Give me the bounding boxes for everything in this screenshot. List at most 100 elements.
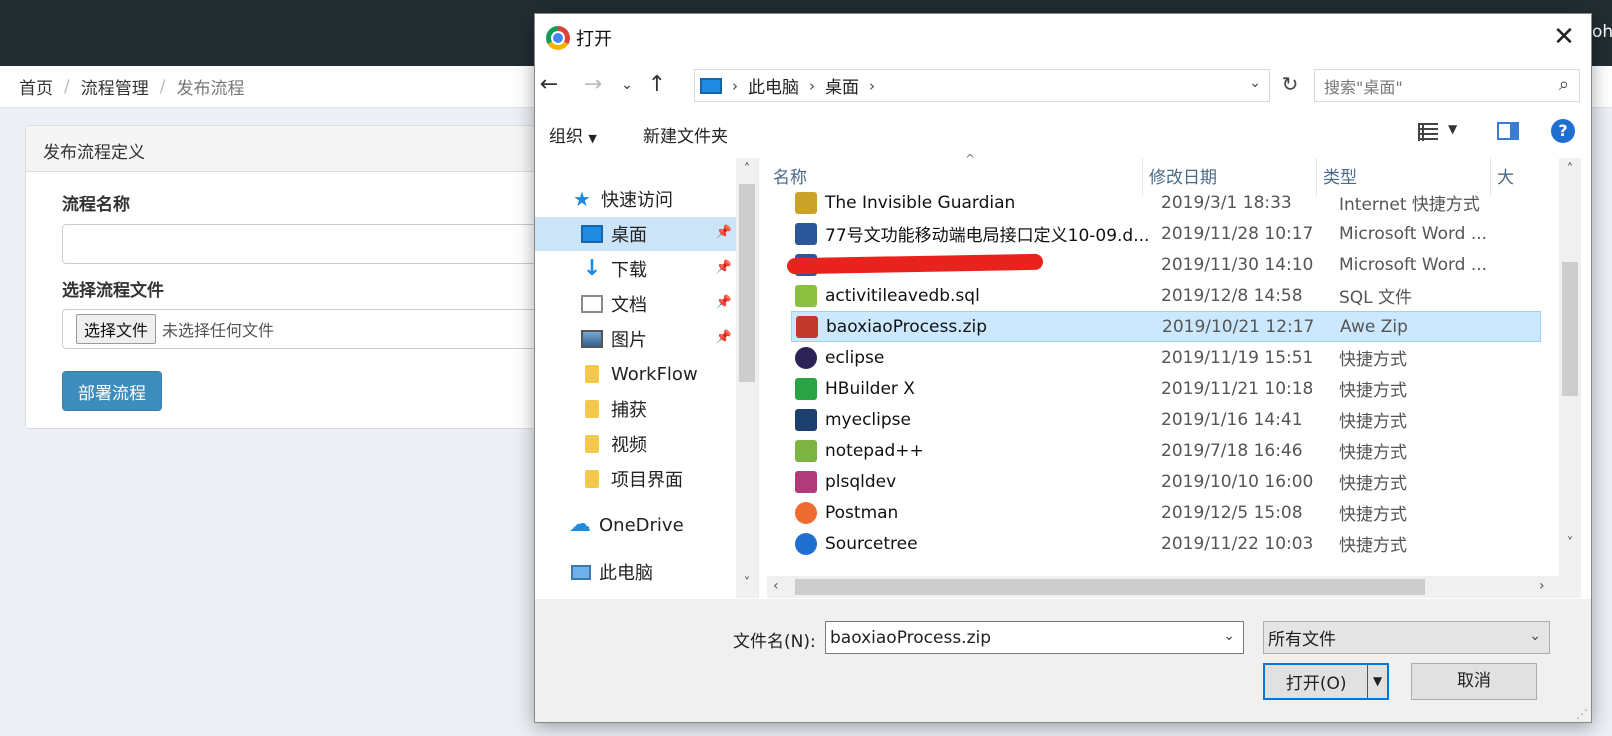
address-crumb-desktop[interactable]: 桌面 xyxy=(825,73,859,98)
horizontal-scroll-thumb[interactable] xyxy=(795,579,1425,595)
recent-locations-chevron-icon[interactable]: ⌄ xyxy=(613,70,641,100)
scroll-down-icon[interactable]: ˅ xyxy=(1562,536,1578,551)
chevron-down-icon[interactable]: ⌄ xyxy=(1529,628,1541,644)
refresh-icon[interactable]: ↻ xyxy=(1276,72,1304,100)
file-name-cell: 77号文功能移动端电局接口定义10-09.d... xyxy=(791,221,1161,246)
sidebar-item-workflow[interactable]: WorkFlow xyxy=(535,357,736,391)
table-row[interactable]: eclipse 2019/11/19 15:51 快捷方式 xyxy=(791,342,1541,373)
new-folder-button[interactable]: 新建文件夹 xyxy=(643,122,728,147)
sidebar-item-documents[interactable]: 文档 📌 xyxy=(535,287,736,321)
file-name-cell: eclipse xyxy=(791,346,1161,369)
address-bar[interactable]: › 此电脑 › 桌面 › ⌄ xyxy=(694,69,1270,102)
sidebar-item-capture[interactable]: 捕获 xyxy=(535,392,736,426)
chevron-right-icon[interactable]: › xyxy=(732,77,738,95)
vertical-scroll-thumb[interactable] xyxy=(1562,262,1578,396)
process-file-input[interactable]: 选择文件 未选择任何文件 xyxy=(62,309,562,349)
table-row[interactable]: 77号文功能移动端电局接口定义10-09.d... 2019/11/28 10:… xyxy=(791,218,1541,249)
file-name-cell: The Invisible Guardian xyxy=(791,191,1161,214)
deploy-button[interactable]: 部署流程 xyxy=(62,371,162,411)
table-row[interactable]: activitileavedb.sql 2019/12/8 14:58 SQL … xyxy=(791,280,1541,311)
sidebar-item-label: 桌面 xyxy=(611,225,647,246)
sidebar-scroll-thumb[interactable] xyxy=(739,184,755,382)
file-open-dialog: 打开 ✕ ← → ⌄ ↑ › 此电脑 › 桌面 › ⌄ ↻ 搜索"桌面" ⌕ 组… xyxy=(534,13,1592,723)
resize-grip-icon[interactable]: ⋰ xyxy=(1576,707,1588,721)
caret-down-icon: ▼ xyxy=(588,132,597,145)
sidebar-item-label: 捕获 xyxy=(611,400,647,421)
search-input[interactable]: 搜索"桌面" ⌕ xyxy=(1314,69,1580,102)
table-row[interactable]: plsqldev 2019/10/10 16:00 快捷方式 xyxy=(791,466,1541,497)
document-icon xyxy=(581,295,603,313)
sidebar-item-videos[interactable]: 视频 xyxy=(535,427,736,461)
file-name: myeclipse xyxy=(825,409,911,430)
sidebar-item-desktop[interactable]: 桌面 📌 xyxy=(535,217,736,251)
table-row[interactable]: The Invisible Guardian 2019/3/1 18:33 In… xyxy=(791,187,1541,218)
file-name-cell: myeclipse xyxy=(791,408,1161,431)
choose-file-button[interactable]: 选择文件 xyxy=(76,314,157,344)
sidebar-item-onedrive[interactable]: ☁ OneDrive xyxy=(535,508,736,542)
filename-input[interactable]: baoxiaoProcess.zip ⌄ xyxy=(825,621,1244,654)
scroll-right-icon[interactable]: › xyxy=(1539,578,1545,594)
sidebar-item-label: 下载 xyxy=(611,260,647,281)
file-type: SQL 文件 xyxy=(1339,288,1413,308)
computer-icon xyxy=(571,564,591,580)
open-button[interactable]: 打开(O) ▼ xyxy=(1263,663,1389,700)
pin-icon: 📌 xyxy=(715,330,732,345)
panel-title: 发布流程定义 xyxy=(26,126,544,172)
search-icon[interactable]: ⌕ xyxy=(1559,74,1569,95)
plsql-developer-icon xyxy=(795,470,817,493)
sidebar-item-project-ui[interactable]: 项目界面 xyxy=(535,462,736,496)
file-type: Awe Zip xyxy=(1340,316,1408,337)
file-date: 2019/12/8 14:58 xyxy=(1161,285,1303,306)
open-button-label: 打开(O) xyxy=(1285,674,1347,694)
preview-pane-icon[interactable] xyxy=(1497,122,1519,140)
table-row[interactable]: Sourcetree 2019/11/22 10:03 快捷方式 xyxy=(791,528,1541,559)
sidebar-item-downloads[interactable]: ↓ 下载 📌 xyxy=(535,252,736,286)
sidebar-item-pictures[interactable]: 图片 📌 xyxy=(535,322,736,356)
chevron-down-icon[interactable]: ⌄ xyxy=(1249,75,1261,91)
process-name-input[interactable] xyxy=(62,224,562,264)
folder-icon xyxy=(585,400,599,418)
up-arrow-icon[interactable]: ↑ xyxy=(643,70,671,100)
chevron-right-icon[interactable]: › xyxy=(809,77,815,95)
open-options-caret-icon[interactable]: ▼ xyxy=(1367,665,1387,698)
file-name: plsqldev xyxy=(825,471,897,492)
scroll-up-icon[interactable]: ˄ xyxy=(1562,162,1578,177)
file-list-vertical-scrollbar[interactable]: ˄ ˅ xyxy=(1559,158,1581,598)
file-list: ^ 名称 修改日期 类型 大 The Invisible Guardian 20… xyxy=(767,152,1559,598)
sidebar-item-quick-access[interactable]: ★ 快速访问 xyxy=(535,182,736,216)
table-row[interactable]: HBuilder X 2019/11/21 10:18 快捷方式 xyxy=(791,373,1541,404)
forward-arrow-icon[interactable]: → xyxy=(579,70,607,100)
help-icon[interactable]: ? xyxy=(1551,119,1575,143)
pin-icon: 📌 xyxy=(715,295,732,310)
file-type-filter[interactable]: 所有文件 ⌄ xyxy=(1263,621,1550,654)
shortcut-icon xyxy=(795,191,817,214)
sidebar-item-this-pc[interactable]: 此电脑 xyxy=(535,555,736,589)
file-date: 2019/10/10 16:00 xyxy=(1161,471,1314,492)
close-icon[interactable]: ✕ xyxy=(1549,22,1579,52)
cancel-button[interactable]: 取消 xyxy=(1411,663,1537,700)
file-type-filter-value: 所有文件 xyxy=(1268,630,1336,650)
chevron-right-icon[interactable]: › xyxy=(869,77,875,95)
organize-menu[interactable]: 组织 ▼ xyxy=(549,122,597,147)
file-list-horizontal-scrollbar[interactable]: ‹ › xyxy=(767,576,1559,598)
breadcrumb-home[interactable]: 首页 xyxy=(19,74,53,99)
sql-file-icon xyxy=(795,284,817,307)
table-row-selected[interactable]: baoxiaoProcess.zip 2019/10/21 12:17 Awe … xyxy=(791,311,1541,342)
scroll-left-icon[interactable]: ‹ xyxy=(773,578,779,594)
table-row[interactable]: myeclipse 2019/1/16 14:41 快捷方式 xyxy=(791,404,1541,435)
sidebar-scrollbar[interactable]: ˄ ˅ xyxy=(736,158,758,598)
chevron-down-icon[interactable]: ⌄ xyxy=(1223,628,1235,644)
sidebar-item-label: 此电脑 xyxy=(599,563,653,584)
view-details-icon[interactable] xyxy=(1418,123,1438,141)
breadcrumb-process-management[interactable]: 流程管理 xyxy=(81,74,149,99)
file-name-cell: activitileavedb.sql xyxy=(791,284,1161,307)
address-crumb-this-pc[interactable]: 此电脑 xyxy=(748,73,799,98)
scroll-up-icon[interactable]: ˄ xyxy=(739,162,755,177)
view-caret-icon[interactable]: ▼ xyxy=(1448,122,1457,136)
table-row[interactable]: notepad++ 2019/7/18 16:46 快捷方式 xyxy=(791,435,1541,466)
folder-icon xyxy=(585,470,599,488)
back-arrow-icon[interactable]: ← xyxy=(535,70,563,100)
table-row[interactable]: Postman 2019/12/5 15:08 快捷方式 xyxy=(791,497,1541,528)
file-date: 2019/11/30 14:10 xyxy=(1161,254,1314,275)
scroll-down-icon[interactable]: ˅ xyxy=(739,576,755,591)
